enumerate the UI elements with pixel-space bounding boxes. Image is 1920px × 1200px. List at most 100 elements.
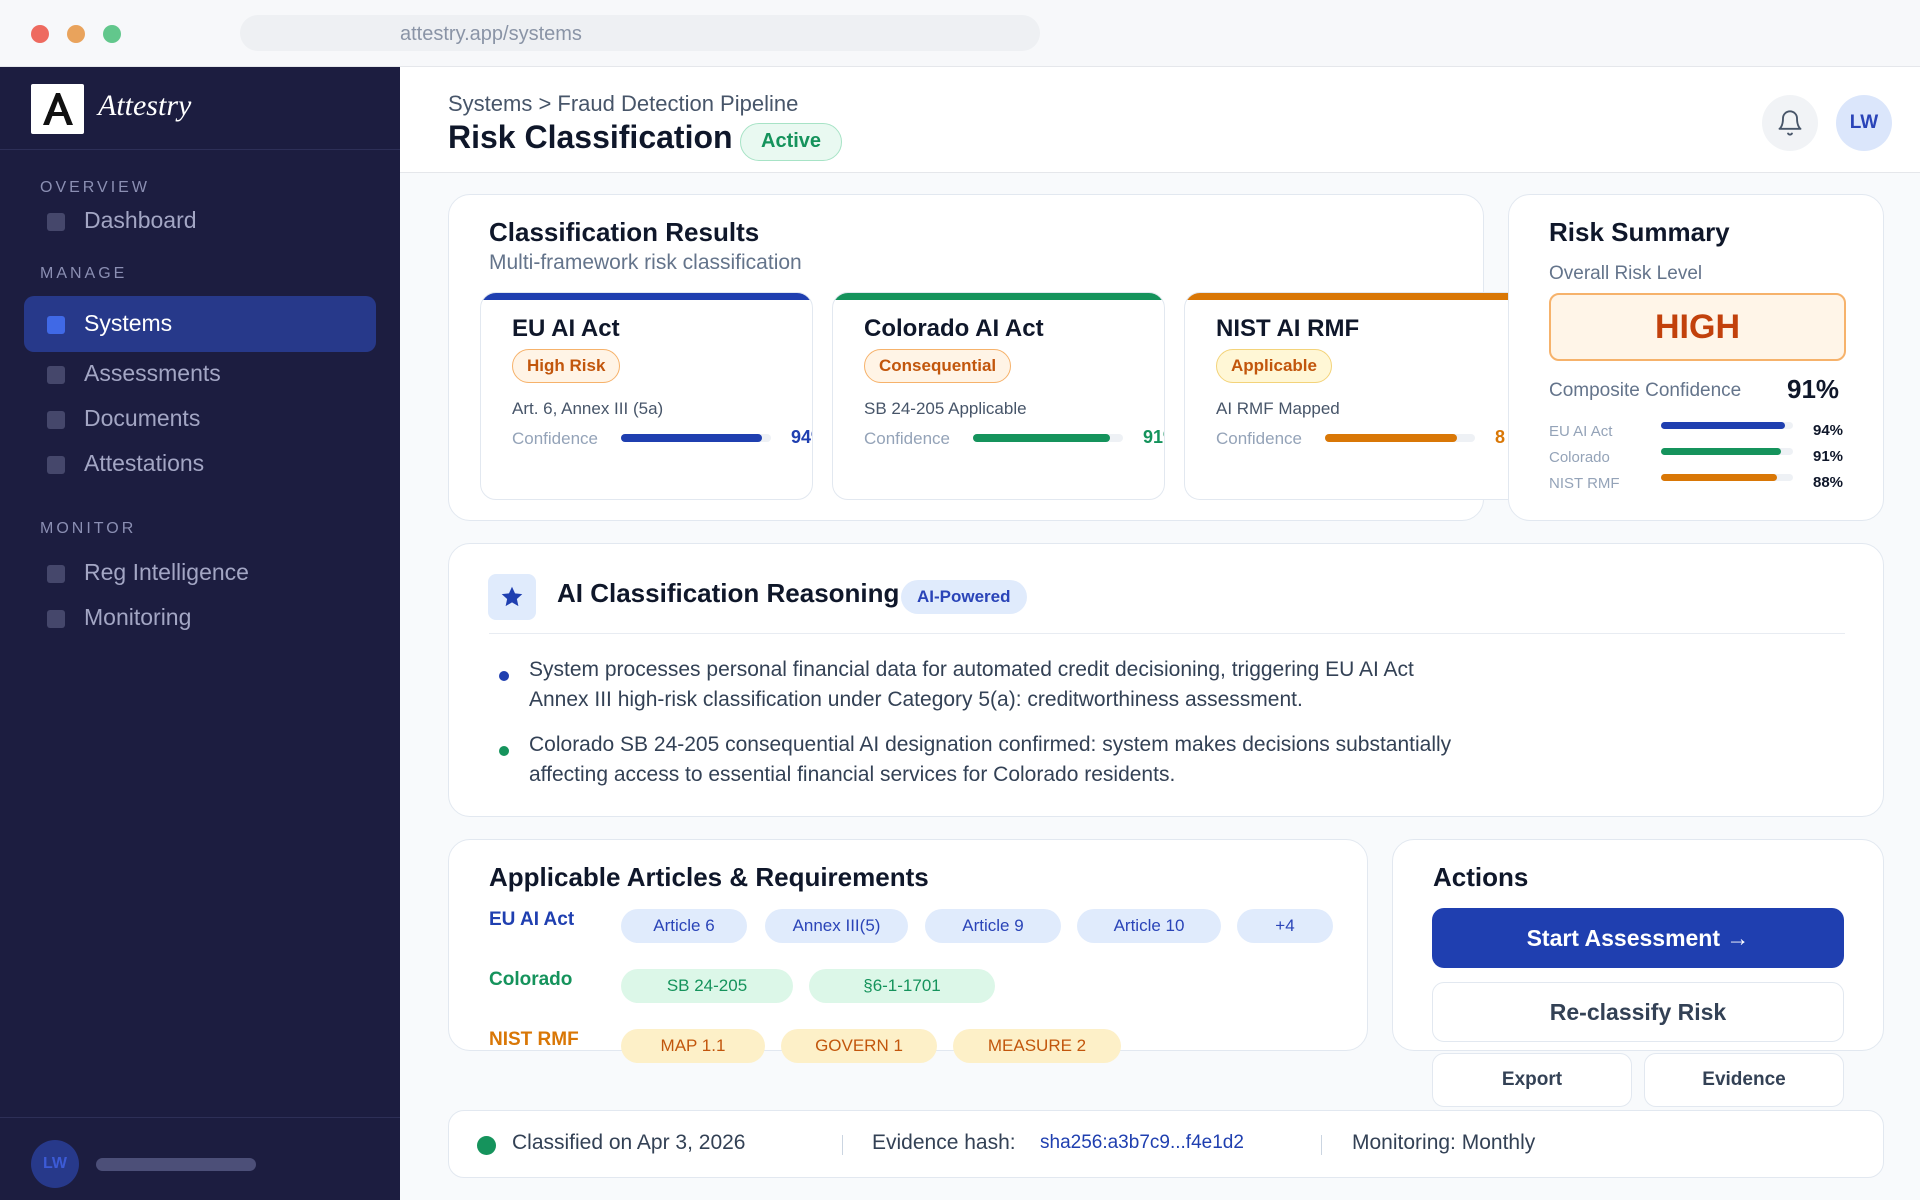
risk-summary-title: Risk Summary: [1549, 217, 1730, 247]
reasoning-bullet-line: Annex III high-risk classification under…: [529, 688, 1303, 711]
app-window: attestry.app/systems Attestry OVERVIEW D…: [0, 0, 1920, 1200]
sidebar-item-dashboard[interactable]: Dashboard: [24, 193, 376, 249]
articles-title: Applicable Articles & Requirements: [489, 862, 929, 892]
risk-row-label: EU AI Act: [1549, 423, 1613, 440]
evidence-hash-link[interactable]: sha256:a3b7c9...f4e1d2: [1040, 1132, 1244, 1154]
sidebar-item-label: Reg Intelligence: [84, 559, 249, 585]
monitoring-frequency: Monitoring: Monthly: [1352, 1131, 1536, 1154]
sidebar-item-label: Systems: [84, 310, 173, 336]
framework-card-nist-ai-rmf[interactable]: NIST AI RMF Applicable AI RMF Mapped Con…: [1184, 292, 1509, 500]
documents-icon: [47, 411, 65, 429]
classification-title: Classification Results: [489, 217, 760, 247]
attestations-icon: [47, 456, 65, 474]
framework-reference: AI RMF Mapped: [1216, 399, 1340, 418]
risk-level-label: Overall Risk Level: [1549, 263, 1703, 284]
page-header: Systems > Fraud Detection Pipeline Risk …: [400, 67, 1920, 173]
browser-toolbar: attestry.app/systems: [0, 0, 1920, 67]
divider: [1321, 1135, 1322, 1155]
monitoring-icon: [47, 610, 65, 628]
sidebar-item-label: Monitoring: [84, 604, 192, 630]
sidebar-footer: LW: [0, 1117, 400, 1200]
confidence-bar-fill: [621, 434, 762, 442]
breadcrumb[interactable]: Systems > Fraud Detection Pipeline: [448, 91, 798, 117]
article-chip[interactable]: Article 9: [925, 909, 1061, 943]
bullet-dot: [499, 671, 509, 681]
risk-row-bar-fill: [1661, 448, 1782, 455]
star-icon: [488, 574, 536, 620]
framework-accent-bar: [833, 293, 1164, 300]
confidence-bar-fill: [973, 434, 1110, 442]
confidence-value: 91%: [1143, 427, 1164, 447]
evidence-hash-label: Evidence hash:: [872, 1131, 1016, 1154]
confidence-value: 8: [1495, 427, 1506, 447]
attestry-logo[interactable]: [31, 84, 84, 134]
export-button[interactable]: Export: [1432, 1053, 1632, 1107]
framework-card-eu-ai-act[interactable]: EU AI Act High Risk Art. 6, Annex III (5…: [480, 292, 813, 500]
confidence-bar-fill: [1325, 434, 1457, 442]
framework-accent-bar: [481, 293, 812, 300]
risk-level-value: HIGH: [1655, 307, 1740, 346]
confidence-bar: [1325, 434, 1475, 442]
article-chip[interactable]: MAP 1.1: [621, 1029, 765, 1063]
article-chip[interactable]: §6-1-1701: [809, 969, 995, 1003]
sidebar-item-attestations[interactable]: Attestations: [24, 436, 376, 492]
framework-accent-bar: [1185, 293, 1509, 300]
brand-header: Attestry: [0, 67, 400, 150]
sidebar: Attestry OVERVIEW Dashboard MANAGE Syste…: [0, 67, 400, 1200]
risk-row-label: Colorado: [1549, 449, 1610, 466]
confidence-label: Confidence: [512, 429, 599, 448]
framework-name: EU AI Act: [512, 315, 620, 342]
classified-date: Classified on Apr 3, 2026: [512, 1131, 746, 1154]
sidebar-item-monitoring[interactable]: Monitoring: [24, 590, 376, 646]
risk-summary-card: Risk Summary Overall Risk Level HIGH Com…: [1508, 194, 1884, 521]
page-title: Risk Classification: [448, 119, 733, 155]
actions-title: Actions: [1433, 862, 1529, 892]
divider: [489, 633, 1845, 634]
start-assessment-button[interactable]: Start Assessment →: [1432, 908, 1844, 968]
article-chip[interactable]: Annex III(5): [765, 909, 908, 943]
risk-row-value: 94%: [1813, 422, 1844, 439]
status-dot: [477, 1136, 496, 1155]
sidebar-item-systems[interactable]: Systems: [24, 296, 376, 352]
article-chip[interactable]: SB 24-205: [621, 969, 793, 1003]
ai-powered-badge: AI-Powered: [901, 580, 1027, 614]
close-window-button[interactable]: [31, 25, 49, 43]
article-chip[interactable]: MEASURE 2: [953, 1029, 1121, 1063]
classification-subtitle: Multi-framework risk classification: [489, 251, 802, 274]
dashboard-icon: [47, 213, 65, 231]
sidebar-item-label: Attestations: [84, 450, 205, 476]
evidence-button[interactable]: Evidence: [1644, 1053, 1844, 1107]
more-articles-chip[interactable]: +4: [1237, 909, 1333, 943]
framework-card-colorado-ai-act[interactable]: Colorado AI Act Consequential SB 24-205 …: [832, 292, 1165, 500]
maximize-window-button[interactable]: [103, 25, 121, 43]
confidence-label: Confidence: [864, 429, 951, 448]
sidebar-user-avatar[interactable]: LW: [31, 1140, 79, 1188]
reasoning-bullet-line: System processes personal financial data…: [529, 658, 1414, 681]
user-name-placeholder: [96, 1158, 256, 1171]
article-group-label: NIST RMF: [489, 1029, 579, 1050]
framework-risk-badge: High Risk: [512, 349, 621, 383]
confidence-value: 94%: [791, 427, 812, 447]
risk-row-value: 91%: [1813, 448, 1844, 465]
sidebar-item-label: Dashboard: [84, 207, 197, 233]
reclassify-risk-button[interactable]: Re-classify Risk: [1432, 982, 1844, 1042]
divider: [842, 1135, 843, 1155]
framework-reference: Art. 6, Annex III (5a): [512, 399, 664, 418]
framework-name: NIST AI RMF: [1216, 315, 1360, 342]
article-chip[interactable]: Article 10: [1077, 909, 1221, 943]
article-chip[interactable]: Article 6: [621, 909, 747, 943]
sidebar-item-label: Assessments: [84, 360, 221, 386]
notifications-button[interactable]: [1762, 95, 1818, 151]
user-avatar[interactable]: LW: [1836, 95, 1892, 151]
risk-row-value: 88%: [1813, 474, 1844, 491]
article-chip[interactable]: GOVERN 1: [781, 1029, 937, 1063]
risk-row-bar: [1661, 422, 1793, 429]
article-group-label: Colorado: [489, 969, 573, 990]
minimize-window-button[interactable]: [67, 25, 85, 43]
framework-name: Colorado AI Act: [864, 315, 1044, 342]
risk-row-bar-fill: [1661, 422, 1786, 429]
systems-icon: [47, 316, 65, 334]
framework-risk-badge: Applicable: [1216, 349, 1332, 383]
reasoning-bullet-line: Colorado SB 24-205 consequential AI desi…: [529, 733, 1452, 756]
address-bar[interactable]: attestry.app/systems: [240, 15, 1040, 51]
